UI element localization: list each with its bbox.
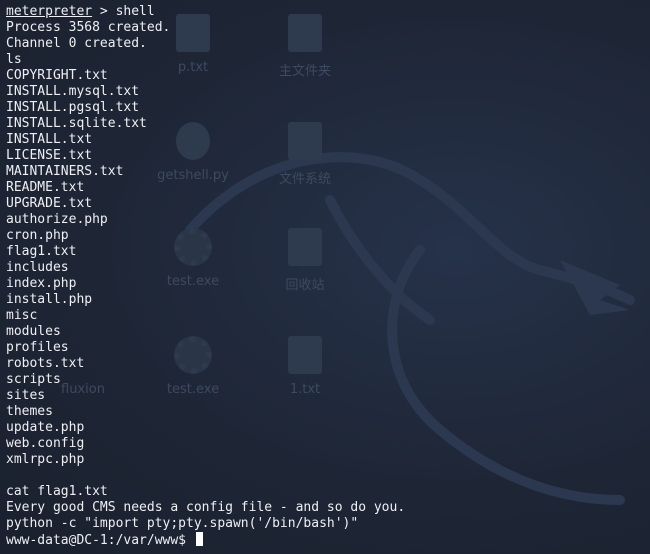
terminal-line: themes <box>6 404 53 419</box>
terminal-line: Channel 0 created. <box>6 36 147 51</box>
terminal-line: includes <box>6 260 69 275</box>
terminal-line: LICENSE.txt <box>6 148 93 163</box>
terminal-line: scripts <box>6 372 61 387</box>
terminal-line: misc <box>6 308 38 323</box>
terminal-line: xmlrpc.php <box>6 452 85 467</box>
terminal-line: Process 3568 created. <box>6 20 171 35</box>
terminal-line: robots.txt <box>6 356 85 371</box>
shell-prompt: www-data@DC-1:/var/www$ <box>6 533 194 548</box>
terminal-line: ls <box>6 52 22 67</box>
shell-prompt-line[interactable]: www-data@DC-1:/var/www$ <box>6 532 644 548</box>
terminal-line: index.php <box>6 276 77 291</box>
terminal-line: authorize.php <box>6 212 108 227</box>
terminal-line: modules <box>6 324 61 339</box>
prompt-command: shell <box>115 4 155 19</box>
meterpreter-prompt-line: meterpreter > shell <box>6 4 644 20</box>
terminal-line: cat flag1.txt <box>6 484 108 499</box>
prompt-separator: > <box>92 4 116 19</box>
terminal-line: web.config <box>6 436 85 451</box>
terminal-line: INSTALL.sqlite.txt <box>6 116 147 131</box>
terminal-line: INSTALL.pgsql.txt <box>6 100 140 115</box>
terminal-line: flag1.txt <box>6 244 77 259</box>
terminal-window[interactable]: meterpreter > shell Process 3568 created… <box>0 0 650 554</box>
terminal-line: COPYRIGHT.txt <box>6 68 108 83</box>
terminal-line: INSTALL.txt <box>6 132 93 147</box>
terminal-output: Process 3568 created. Channel 0 created. l… <box>6 20 644 532</box>
terminal-line: Every good CMS needs a config file - and… <box>6 500 406 515</box>
text-cursor <box>195 532 203 546</box>
terminal-line: INSTALL.mysql.txt <box>6 84 140 99</box>
terminal-line: install.php <box>6 292 93 307</box>
meterpreter-prompt: meterpreter <box>6 4 93 19</box>
terminal-line: README.txt <box>6 180 85 195</box>
terminal-line: update.php <box>6 420 85 435</box>
terminal-line: MAINTAINERS.txt <box>6 164 124 179</box>
terminal-line: sites <box>6 388 46 403</box>
terminal-line: python -c "import pty;pty.spawn('/bin/ba… <box>6 516 359 531</box>
terminal-line: UPGRADE.txt <box>6 196 93 211</box>
terminal-line: cron.php <box>6 228 69 243</box>
terminal-line: profiles <box>6 340 69 355</box>
